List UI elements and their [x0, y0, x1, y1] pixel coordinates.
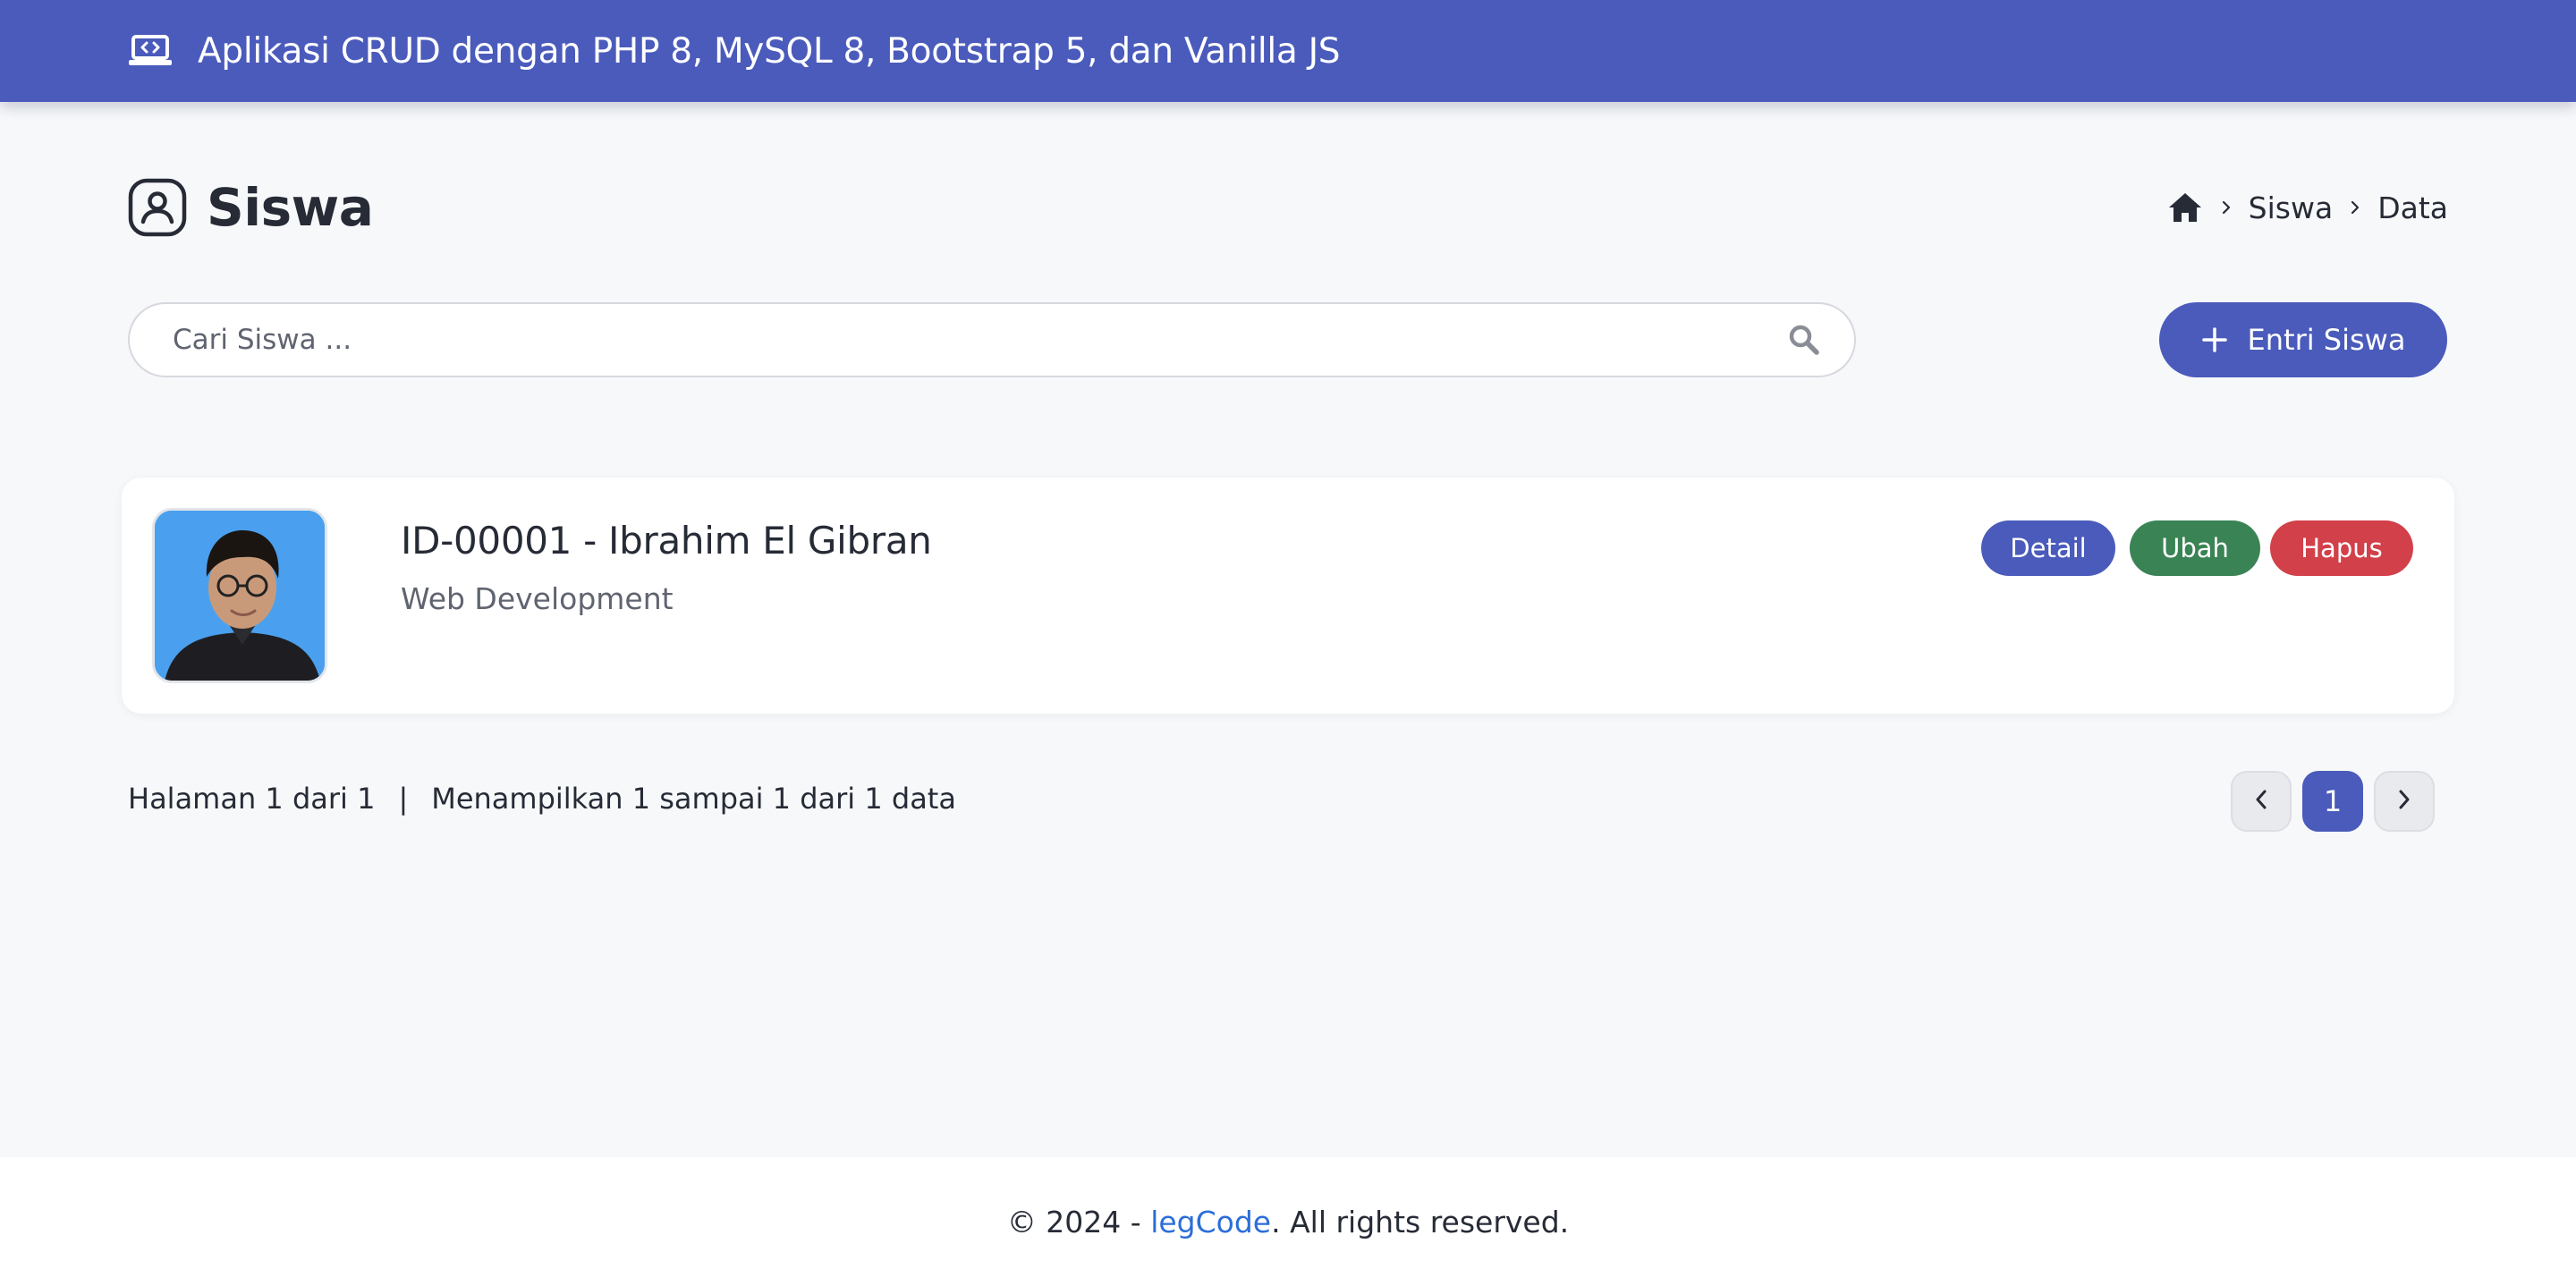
footer-prefix: © 2024 -: [1006, 1204, 1141, 1239]
edit-button[interactable]: Ubah: [2130, 520, 2260, 576]
page-button-current[interactable]: 1: [2302, 771, 2363, 832]
page-title-group: Siswa: [128, 177, 374, 238]
prev-page-button[interactable]: [2231, 771, 2292, 832]
footer-brand-link[interactable]: legCode: [1150, 1205, 1271, 1239]
breadcrumb-separator-icon: [2333, 199, 2377, 216]
delete-button[interactable]: Hapus: [2270, 520, 2413, 576]
pagination-divider: |: [398, 782, 409, 816]
detail-button[interactable]: Detail: [1981, 520, 2115, 576]
page-header: Siswa Siswa Data: [128, 175, 2448, 240]
breadcrumb-item-data: Data: [2377, 190, 2448, 225]
app-title: Aplikasi CRUD dengan PHP 8, MySQL 8, Boo…: [198, 30, 1341, 72]
pagination: 1: [2231, 771, 2435, 832]
breadcrumb: Siswa Data: [2168, 190, 2448, 225]
student-photo: [152, 508, 327, 683]
footer-suffix: . All rights reserved.: [1271, 1204, 1570, 1239]
search-bar: [128, 302, 1856, 377]
add-student-button[interactable]: Entri Siswa: [2159, 302, 2447, 377]
next-page-button[interactable]: [2374, 771, 2435, 832]
student-title: ID-00001 - Ibrahim El Gibran: [401, 519, 932, 563]
plus-icon: [2201, 326, 2228, 353]
footer: © 2024 - legCode. All rights reserved.: [0, 1157, 2576, 1286]
user-circle-icon: [128, 178, 187, 237]
student-program: Web Development: [401, 581, 674, 616]
top-navbar: Aplikasi CRUD dengan PHP 8, MySQL 8, Boo…: [0, 0, 2576, 102]
page-info-text: Halaman 1 dari 1: [128, 782, 376, 816]
student-card: ID-00001 - Ibrahim El Gibran Web Develop…: [122, 478, 2454, 714]
home-icon[interactable]: [2168, 191, 2204, 224]
breadcrumb-item-siswa[interactable]: Siswa: [2249, 190, 2334, 225]
pagination-info: Halaman 1 dari 1 | Menampilkan 1 sampai …: [128, 782, 956, 816]
search-icon[interactable]: [1786, 322, 1822, 358]
search-input[interactable]: [173, 324, 1786, 356]
chevron-left-icon: [2252, 788, 2270, 815]
page-title: Siswa: [207, 177, 374, 238]
add-student-label: Entri Siswa: [2247, 323, 2406, 357]
chevron-right-icon: [2395, 788, 2413, 815]
range-info-text: Menampilkan 1 sampai 1 dari 1 data: [431, 782, 956, 816]
laptop-code-icon: [128, 33, 174, 69]
breadcrumb-separator-icon: [2204, 199, 2249, 216]
